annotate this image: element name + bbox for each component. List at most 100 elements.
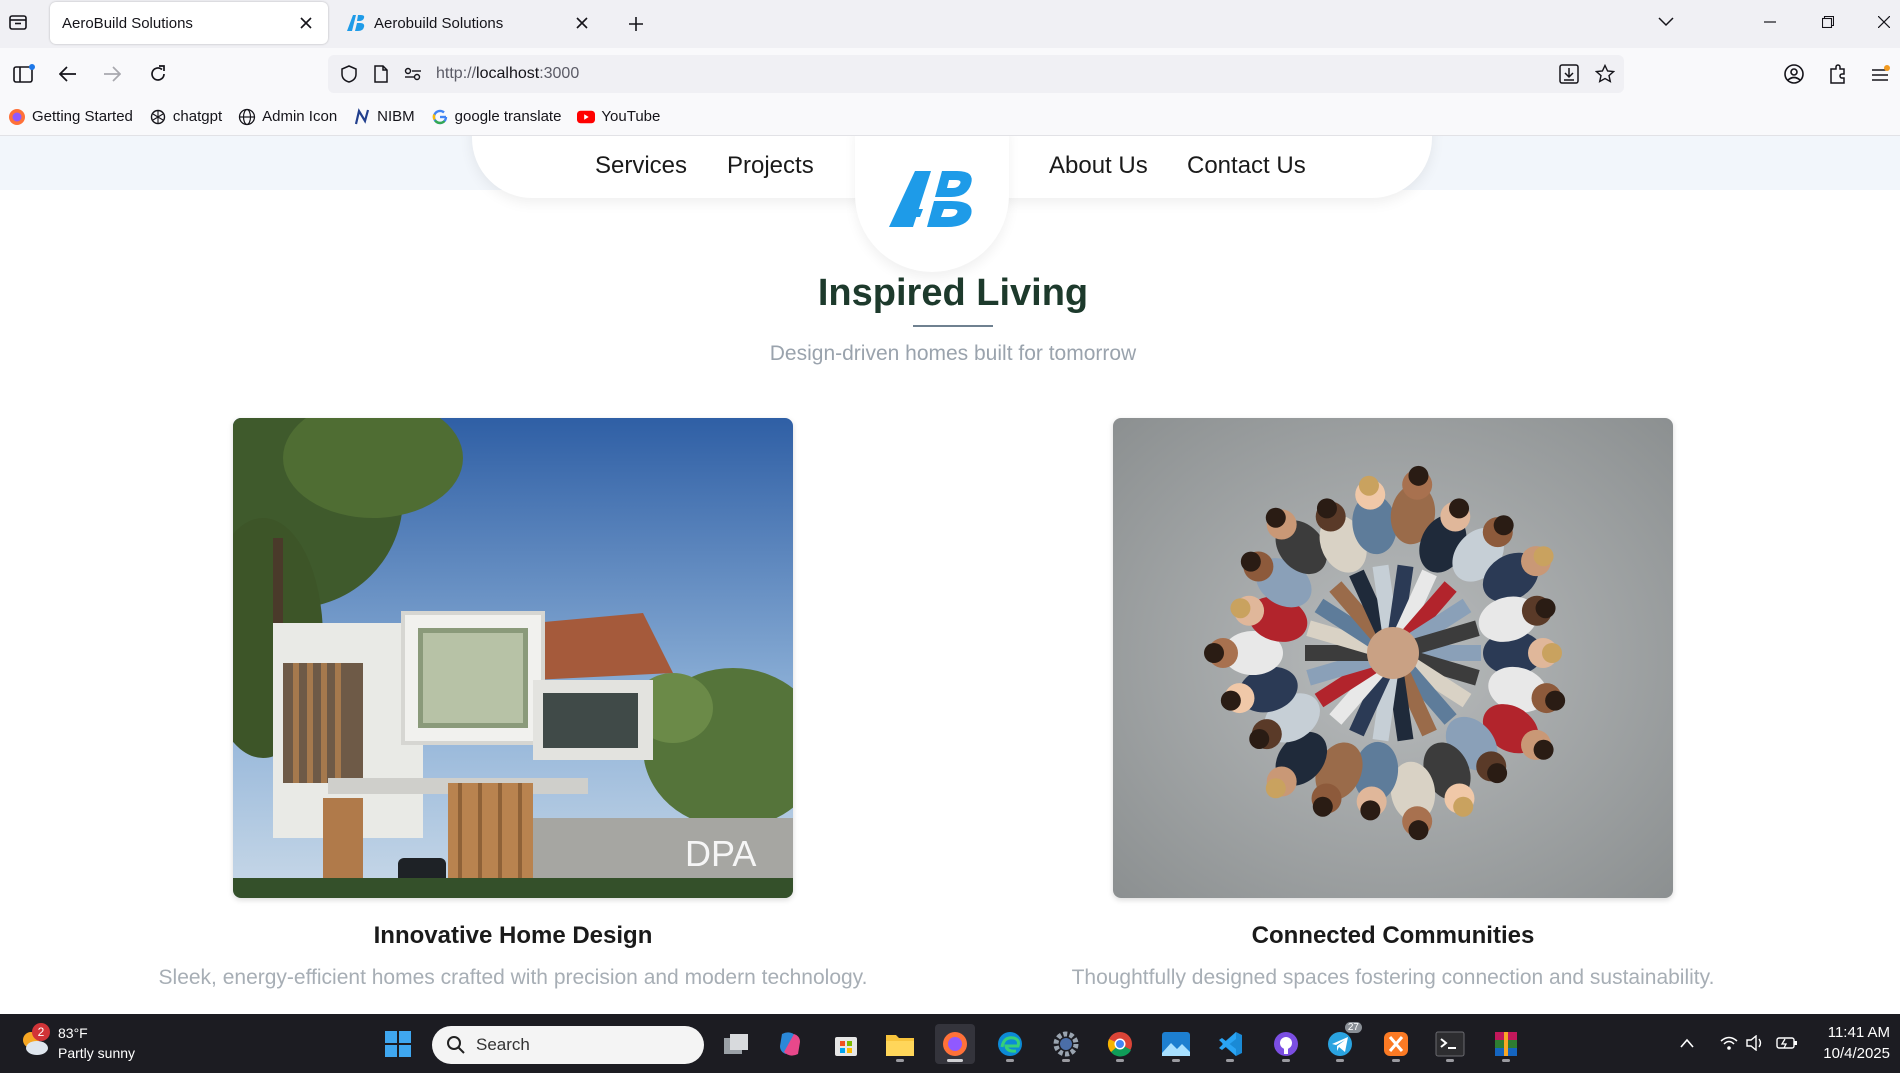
bookmark-label: NIBM	[377, 108, 415, 125]
person-hair	[1408, 820, 1429, 841]
vscode-icon[interactable]	[1210, 1024, 1250, 1064]
community-circle-image	[1113, 418, 1673, 898]
bookmark-nibm[interactable]: NIBM	[353, 107, 415, 126]
back-arrow-icon[interactable]	[54, 60, 82, 88]
forward-arrow-icon[interactable]	[98, 60, 126, 88]
photos-icon[interactable]	[1156, 1024, 1196, 1064]
bookmark-star-icon[interactable]	[1594, 63, 1616, 85]
windows-start-icon[interactable]	[378, 1024, 418, 1064]
modern-house-image: DPA	[233, 418, 793, 898]
section-subtitle: Design-driven homes built for tomorrow	[769, 342, 1137, 365]
bookmark-admin-icon[interactable]: Admin Icon	[238, 108, 337, 126]
person-hair	[1265, 778, 1286, 799]
minimize-button[interactable]	[1756, 10, 1784, 34]
terminal-icon[interactable]	[1430, 1024, 1470, 1064]
person-arm	[1388, 673, 1414, 742]
tab-aerobuild-active[interactable]: AeroBuild Solutions	[50, 2, 328, 44]
extensions-icon[interactable]	[1824, 60, 1852, 88]
bookmark-chatgpt[interactable]: chatgpt	[149, 108, 222, 126]
nav-link-contact-us[interactable]: Contact Us	[1187, 152, 1306, 180]
search-placeholder: Search	[476, 1035, 530, 1054]
weather-widget[interactable]: 2 83°F Partly sunny	[18, 1023, 135, 1063]
clock-time: 11:41 AM	[1827, 1024, 1890, 1041]
notification-badge: 27	[1344, 1022, 1362, 1033]
nav-link-services[interactable]: Services	[595, 152, 687, 180]
tab-list-icon[interactable]	[6, 10, 30, 34]
chrome-icon[interactable]	[1100, 1024, 1140, 1064]
close-icon[interactable]	[296, 13, 316, 33]
nav-link-about-us[interactable]: About Us	[1049, 152, 1148, 180]
bookmark-getting-started[interactable]: Getting Started	[8, 108, 133, 126]
person-arm	[1372, 564, 1398, 633]
person-hair	[1265, 507, 1286, 528]
person-hair	[1358, 475, 1379, 496]
running-indicator	[1282, 1059, 1290, 1062]
youtube-icon	[577, 108, 596, 126]
running-indicator	[1116, 1059, 1124, 1062]
restore-button[interactable]	[1814, 10, 1842, 34]
person-hair	[1533, 739, 1554, 760]
running-indicator	[1336, 1059, 1344, 1062]
page-icon[interactable]	[370, 63, 392, 85]
globe-icon	[238, 108, 256, 126]
copilot-icon[interactable]	[770, 1024, 810, 1064]
running-indicator	[1226, 1059, 1234, 1062]
volume-icon[interactable]	[1744, 1032, 1766, 1054]
reload-icon[interactable]	[144, 60, 172, 88]
chevron-down-icon[interactable]	[1652, 10, 1680, 34]
microsoft-store-icon[interactable]	[826, 1024, 866, 1064]
person-hair	[1220, 690, 1241, 711]
shield-icon[interactable]	[338, 63, 360, 85]
aerobuild-logo[interactable]	[855, 136, 1009, 272]
system-clock[interactable]: 11:41 AM 10/4/2025	[1823, 1022, 1890, 1064]
aerobuild-logo-icon	[889, 171, 972, 227]
firefox-taskbar-icon[interactable]	[935, 1024, 975, 1064]
save-page-icon[interactable]	[1558, 63, 1580, 85]
account-icon[interactable]	[1780, 60, 1808, 88]
aerobuild-favicon-icon	[346, 13, 366, 33]
menu-icon[interactable]	[1866, 60, 1894, 88]
running-indicator	[1062, 1059, 1070, 1062]
taskbar-search-box[interactable]: Search	[432, 1026, 704, 1064]
settings-gear-icon[interactable]	[1046, 1024, 1086, 1064]
new-tab-button[interactable]	[622, 10, 650, 38]
close-icon[interactable]	[572, 13, 592, 33]
firefox-icon	[8, 108, 26, 126]
running-indicator	[896, 1059, 904, 1062]
running-indicator	[1172, 1059, 1180, 1062]
telegram-icon[interactable]: 27	[1320, 1022, 1362, 1064]
nav-link-projects[interactable]: Projects	[727, 152, 814, 180]
edge-icon[interactable]	[990, 1024, 1030, 1064]
bookmark-label: YouTube	[601, 108, 661, 125]
person-hair	[1493, 515, 1514, 536]
tab-aerobuild-inactive[interactable]: Aerobuild Solutions	[334, 2, 604, 44]
running-indicator	[1446, 1059, 1454, 1062]
task-view-icon[interactable]	[716, 1024, 756, 1064]
title-underline	[913, 325, 993, 327]
url-bar[interactable]: http://localhost:3000	[328, 55, 1624, 93]
person-hair	[1449, 498, 1470, 519]
google-icon	[431, 108, 449, 126]
nibm-icon	[353, 107, 371, 126]
chevron-up-icon[interactable]	[1676, 1032, 1698, 1054]
url-text[interactable]: http://localhost:3000	[436, 65, 579, 83]
tab-title: AeroBuild Solutions	[62, 14, 193, 32]
wifi-icon[interactable]	[1718, 1032, 1740, 1054]
openai-icon	[149, 108, 167, 126]
sidebar-icon[interactable]	[10, 60, 38, 88]
bookmark-youtube[interactable]: YouTube	[577, 108, 660, 126]
site-permissions-icon[interactable]	[402, 63, 424, 85]
winrar-icon[interactable]	[1486, 1024, 1526, 1064]
battery-icon[interactable]	[1776, 1032, 1798, 1054]
github-desktop-icon[interactable]	[1266, 1024, 1306, 1064]
bookmark-label: Admin Icon	[262, 108, 338, 125]
tab-title: Aerobuild Solutions	[374, 14, 504, 32]
section-title: Inspired Living	[817, 272, 1089, 314]
url-scheme: http://	[436, 65, 477, 82]
close-window-button[interactable]	[1870, 10, 1898, 34]
bookmark-google-translate[interactable]: google translate	[431, 108, 561, 126]
person-hair	[1360, 800, 1381, 821]
bookmarks-bar: Getting Started chatgpt Admin Icon NIBM …	[0, 98, 1900, 136]
xampp-icon[interactable]	[1376, 1024, 1416, 1064]
file-explorer-icon[interactable]	[880, 1024, 920, 1064]
